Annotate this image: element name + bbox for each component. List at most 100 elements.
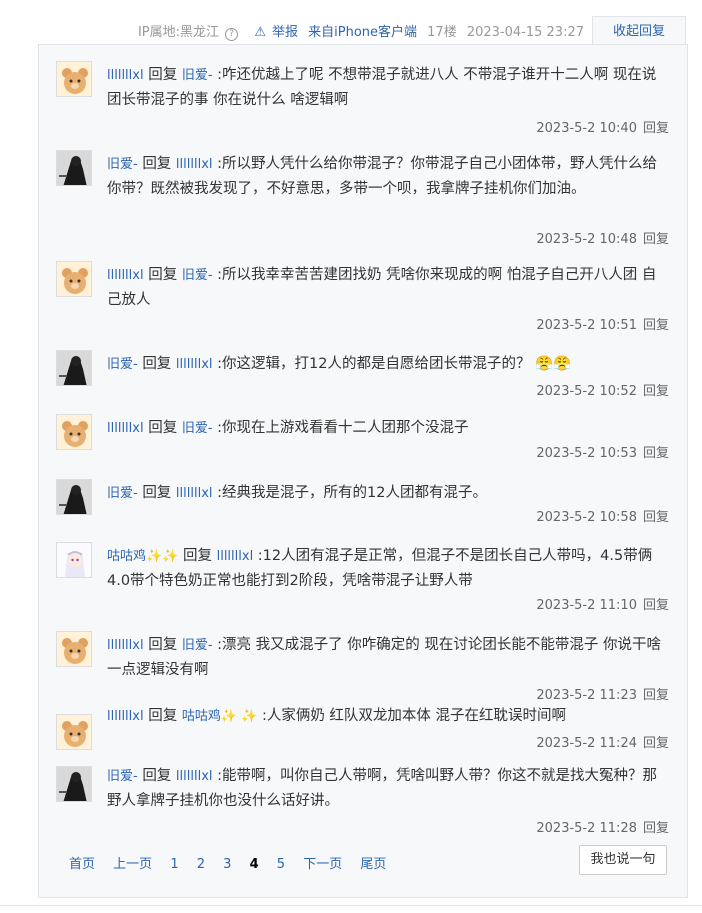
- anime-girl-avatar[interactable]: [56, 542, 92, 578]
- reply-time: 2023-5-2 11:23: [536, 688, 637, 703]
- reply-time: 2023-5-2 11:10: [536, 598, 637, 613]
- reply-target-user[interactable]: 旧爱-: [182, 268, 213, 283]
- reply-verb: 回复: [142, 356, 172, 372]
- reply-time: 2023-5-2 10:58: [536, 510, 637, 525]
- post-datetime: 2023-04-15 23:27: [466, 25, 584, 40]
- reply-time: 2023-5-2 10:53: [536, 446, 637, 461]
- report-link[interactable]: ⚠ 举报: [248, 25, 302, 40]
- add-reply-button[interactable]: 我也说一句: [579, 845, 667, 875]
- dark-figure-avatar[interactable]: [56, 479, 92, 515]
- pager-page-3[interactable]: 3: [223, 857, 231, 872]
- reply-item: lllllllxl 回复 旧爱- :漂亮 我又成混子了 你咋确定的 现在讨论团长…: [39, 615, 687, 704]
- reply-target-user[interactable]: 咕咕鸡✨ ✨: [182, 709, 258, 724]
- reply-target-user[interactable]: 旧爱-: [182, 421, 213, 436]
- bear-avatar[interactable]: [56, 414, 92, 450]
- reply-footer: 2023-5-2 11:28 回复: [536, 817, 669, 836]
- reply-verb: 回复: [142, 768, 172, 784]
- reply-button[interactable]: 回复: [643, 821, 669, 836]
- reply-username[interactable]: lllllllxl: [107, 638, 144, 653]
- reply-username[interactable]: lllllllxl: [107, 709, 144, 724]
- reply-username[interactable]: 旧爱-: [107, 357, 138, 372]
- pager-next[interactable]: 下一页: [303, 857, 342, 872]
- bear-avatar[interactable]: [56, 261, 92, 297]
- reply-content: lllllllxl 回复 旧爱- :漂亮 我又成混子了 你咋确定的 现在讨论团长…: [107, 633, 669, 682]
- collapse-replies-button[interactable]: 收起回复: [592, 16, 686, 47]
- reply-verb: 回复: [148, 637, 178, 653]
- reply-footer: 2023-5-2 10:52 回复: [536, 380, 669, 399]
- bear-avatar[interactable]: [56, 714, 92, 750]
- dark-figure-avatar[interactable]: [56, 350, 92, 386]
- reply-content: 旧爱- 回复 lllllllxl :经典我是混子，所有的12人团都有混子。: [107, 481, 669, 506]
- reply-button[interactable]: 回复: [643, 736, 669, 751]
- reply-username[interactable]: lllllllxl: [107, 421, 144, 436]
- reply-target-user[interactable]: 旧爱-: [182, 68, 213, 83]
- reply-verb: 回复: [148, 708, 178, 724]
- source-client: 来自iPhone客户端: [308, 25, 418, 40]
- post-meta: IP属地:黑龙江 ? ⚠ 举报 来自iPhone客户端 17楼 2023-04-1…: [132, 21, 584, 41]
- reply-target-user[interactable]: lllllllxl: [176, 486, 213, 501]
- reply-content: 咕咕鸡✨✨ 回复 lllllllxl :12人团有混子是正常，但混子不是团长自己…: [107, 544, 669, 593]
- pager-page-1[interactable]: 1: [170, 857, 178, 872]
- reply-footer: 2023-5-2 11:23 回复: [536, 684, 669, 703]
- reply-item: 旧爱- 回复 lllllllxl :能带啊，叫你自己人带啊，凭啥叫野人带？你这不…: [39, 761, 687, 841]
- reply-time: 2023-5-2 11:28: [536, 821, 637, 836]
- reply-button[interactable]: 回复: [643, 688, 669, 703]
- reply-button[interactable]: 回复: [643, 384, 669, 399]
- reply-target-user[interactable]: 旧爱-: [182, 638, 213, 653]
- post-meta-bar: IP属地:黑龙江 ? ⚠ 举报 来自iPhone客户端 17楼 2023-04-1…: [0, 14, 702, 47]
- help-icon[interactable]: ?: [225, 28, 239, 41]
- reply-content: lllllllxl 回复 旧爱- :咋还优越上了呢 不想带混子就进八人 不带混子…: [107, 63, 669, 112]
- warning-icon: ⚠: [254, 25, 266, 40]
- reply-username[interactable]: lllllllxl: [107, 68, 144, 83]
- reply-target-user[interactable]: lllllllxl: [176, 357, 213, 372]
- reply-verb: 回复: [182, 548, 212, 564]
- bear-avatar[interactable]: [56, 631, 92, 667]
- bear-avatar[interactable]: [56, 61, 92, 97]
- reply-button[interactable]: 回复: [643, 598, 669, 613]
- reply-text: :你现在上游戏看看十二人团那个没混子: [217, 420, 469, 436]
- reply-footer: 2023-5-2 10:53 回复: [536, 442, 669, 461]
- reply-verb: 回复: [148, 420, 178, 436]
- reply-item: 咕咕鸡✨✨ 回复 lllllllxl :12人团有混子是正常，但混子不是团长自己…: [39, 526, 687, 615]
- reply-item: lllllllxl 回复 旧爱- :咋还优越上了呢 不想带混子就进八人 不带混子…: [39, 45, 687, 136]
- reply-verb: 回复: [142, 156, 172, 172]
- reply-text: :你这逻辑，打12人的都是自愿给团长带混子的？: [217, 356, 531, 372]
- reply-item: 旧爱- 回复 lllllllxl :你这逻辑，打12人的都是自愿给团长带混子的？…: [39, 334, 687, 399]
- reply-time: 2023-5-2 10:52: [536, 384, 637, 399]
- reply-username[interactable]: 旧爱-: [107, 157, 138, 172]
- reply-text: :经典我是混子，所有的12人团都有混子。: [217, 485, 487, 501]
- reply-target-user[interactable]: lllllllxl: [176, 769, 213, 784]
- pager-last[interactable]: 尾页: [360, 857, 386, 872]
- reply-text: :人家俩奶 红队双龙加本体 混子在红耽误时间啊: [261, 708, 567, 724]
- pager-page-2[interactable]: 2: [197, 857, 205, 872]
- reply-target-user[interactable]: lllllllxl: [217, 549, 254, 564]
- reply-footer: 2023-5-2 11:10 回复: [536, 594, 669, 613]
- reply-footer: 2023-5-2 10:58 回复: [536, 506, 669, 525]
- reply-button[interactable]: 回复: [643, 446, 669, 461]
- reply-button[interactable]: 回复: [643, 318, 669, 333]
- reply-item: lllllllxl 回复 咕咕鸡✨ ✨ :人家俩奶 红队双龙加本体 混子在红耽误…: [39, 704, 687, 761]
- reply-verb: 回复: [148, 67, 178, 83]
- reply-username[interactable]: 旧爱-: [107, 769, 138, 784]
- reply-content: 旧爱- 回复 lllllllxl :所以野人凭什么给你带混子？你带混子自己小团体…: [107, 152, 669, 201]
- pager-page-5[interactable]: 5: [277, 857, 285, 872]
- reply-panel-footer: 首页 上一页 1 2 3 4 5 下一页 尾页 我也说一句: [39, 837, 687, 897]
- reply-username[interactable]: 咕咕鸡✨✨: [107, 549, 178, 564]
- reply-content: lllllllxl 回复 旧爱- :所以我幸幸苦苦建团找奶 凭啥你来现成的啊 怕…: [107, 263, 669, 312]
- reply-item: lllllllxl 回复 旧爱- :你现在上游戏看看十二人团那个没混子 2023…: [39, 398, 687, 463]
- reply-target-user[interactable]: lllllllxl: [176, 157, 213, 172]
- floor-number: 17楼: [427, 25, 457, 40]
- reply-username[interactable]: lllllllxl: [107, 268, 144, 283]
- pager-current-page: 4: [249, 857, 259, 872]
- pager-prev[interactable]: 上一页: [113, 857, 152, 872]
- reply-button[interactable]: 回复: [643, 510, 669, 525]
- reply-panel: lllllllxl 回复 旧爱- :咋还优越上了呢 不想带混子就进八人 不带混子…: [38, 44, 688, 898]
- dark-figure-avatar[interactable]: [56, 150, 92, 186]
- reply-content: 旧爱- 回复 lllllllxl :你这逻辑，打12人的都是自愿给团长带混子的？…: [107, 352, 669, 377]
- dark-figure-avatar[interactable]: [56, 766, 92, 802]
- reply-username[interactable]: 旧爱-: [107, 486, 138, 501]
- reply-verb: 回复: [148, 267, 178, 283]
- reply-item: lllllllxl 回复 旧爱- :所以我幸幸苦苦建团找奶 凭啥你来现成的啊 怕…: [39, 245, 687, 334]
- reply-content: lllllllxl 回复 咕咕鸡✨ ✨ :人家俩奶 红队双龙加本体 混子在红耽误…: [107, 704, 669, 729]
- pager-first[interactable]: 首页: [69, 857, 95, 872]
